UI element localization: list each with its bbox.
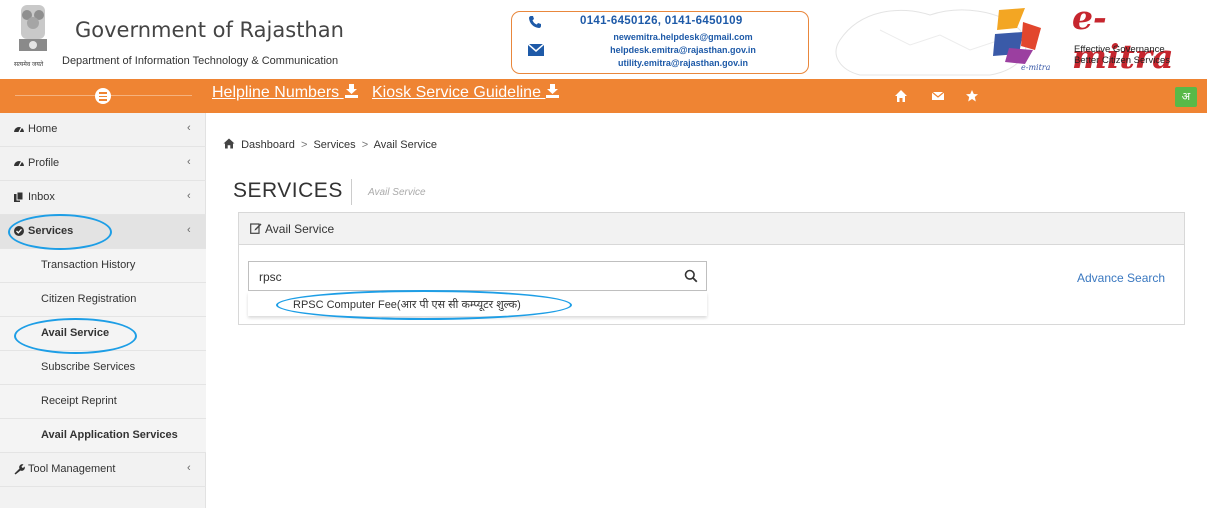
home-icon: [223, 138, 235, 149]
panel-header: Avail Service: [239, 213, 1184, 245]
contact-phone: 0141-6450126, 0141-6450109: [580, 15, 743, 27]
tagline-1: Effective Governance: [1074, 44, 1165, 55]
chevron-left-icon: ‹: [187, 224, 191, 236]
submenu-label: Receipt Reprint: [41, 395, 117, 407]
sidebar-item-label: Inbox: [28, 191, 55, 203]
site-header: सत्यमेव जयते Government of Rajasthan Dep…: [0, 0, 1207, 77]
submenu-label: Subscribe Services: [41, 361, 136, 373]
highlight-suggestion-ellipse: [276, 290, 572, 320]
contact-box: 0141-6450126, 0141-6450109 newemitra.hel…: [511, 11, 809, 74]
search-icon[interactable]: [684, 269, 698, 283]
breadcrumb-services[interactable]: Services: [313, 139, 355, 151]
emblem-caption: सत्यमेव जयते: [14, 62, 44, 68]
helpline-numbers-link[interactable]: Helpline Numbers: [212, 84, 359, 102]
breadcrumb: Dashboard > Services > Avail Service: [223, 138, 437, 151]
helpline-label: Helpline Numbers: [212, 84, 340, 101]
kiosk-label: Kiosk Service Guideline: [372, 84, 541, 101]
language-toggle-button[interactable]: अ: [1175, 87, 1197, 107]
home-icon[interactable]: [894, 89, 908, 103]
tagline-2: Better Citizen Services: [1074, 55, 1171, 66]
highlight-services-ellipse: [8, 214, 112, 250]
dashboard-icon: [14, 127, 24, 133]
chevron-left-icon: ‹: [187, 156, 191, 168]
contact-email-3: utility.emitra@rajasthan.gov.in: [618, 58, 748, 68]
sidebar-item-tool-management[interactable]: Tool Management ‹: [0, 453, 206, 487]
sidebar-item-label: Profile: [28, 157, 60, 169]
sidebar-item-label: Home: [28, 123, 58, 135]
chevron-left-icon: ‹: [187, 190, 191, 202]
submenu-avail-application-services[interactable]: Avail Application Services: [0, 419, 206, 453]
download-icon: [546, 84, 560, 98]
breadcrumb-separator: >: [361, 139, 369, 151]
kiosk-guideline-link[interactable]: Kiosk Service Guideline: [372, 84, 560, 102]
submenu-label: Avail Application Services: [41, 429, 178, 441]
edit-icon: [250, 223, 262, 234]
star-icon[interactable]: [965, 89, 979, 103]
breadcrumb-dashboard[interactable]: Dashboard: [241, 139, 295, 151]
sidebar-item-home[interactable]: Home ‹: [0, 113, 206, 147]
page-title: SERVICES: [233, 179, 343, 202]
download-icon: [344, 84, 358, 98]
submenu-label: Citizen Registration: [41, 293, 137, 305]
submenu-transaction-history[interactable]: Transaction History: [0, 249, 206, 283]
page-subtitle: Avail Service: [368, 187, 426, 198]
dept-title: Department of Information Technology & C…: [62, 55, 339, 67]
advance-search-link[interactable]: Advance Search: [1077, 271, 1165, 285]
wrench-icon: [14, 464, 25, 475]
contact-email-1: newemitra.helpdesk@gmail.com: [613, 32, 753, 42]
sidebar-item-profile[interactable]: Profile ‹: [0, 147, 206, 181]
sidebar: Home ‹ Profile ‹ Inbox ‹ Services ‹ Tran…: [0, 113, 206, 508]
svg-text:e-mitra: e-mitra: [1021, 63, 1051, 72]
submenu-subscribe-services[interactable]: Subscribe Services: [0, 351, 206, 385]
breadcrumb-separator: >: [300, 139, 308, 151]
title-divider: [351, 179, 352, 205]
envelope-icon[interactable]: [931, 89, 945, 103]
menu-toggle-button[interactable]: [95, 88, 111, 104]
sidebar-item-inbox[interactable]: Inbox ‹: [0, 181, 206, 215]
chevron-left-icon: ‹: [187, 462, 191, 474]
chevron-left-icon: ‹: [187, 122, 191, 134]
emitra-logo-icon: e-mitra: [993, 8, 1051, 72]
dashboard-icon: [14, 161, 24, 167]
gov-title: Government of Rajasthan: [75, 18, 344, 42]
search-value: rpsc: [259, 270, 282, 284]
contact-email-2: helpdesk.emitra@rajasthan.gov.in: [610, 45, 756, 55]
copy-icon: [14, 191, 24, 202]
sidebar-item-label: Tool Management: [28, 463, 116, 475]
breadcrumb-avail-service: Avail Service: [373, 139, 437, 151]
submenu-citizen-registration[interactable]: Citizen Registration: [0, 283, 206, 317]
service-search-input[interactable]: rpsc: [248, 261, 707, 291]
envelope-icon: [528, 44, 544, 56]
submenu-label: Transaction History: [41, 259, 136, 271]
phone-icon: [529, 16, 541, 28]
submenu-receipt-reprint[interactable]: Receipt Reprint: [0, 385, 206, 419]
highlight-avail-service-ellipse: [14, 318, 137, 354]
top-navbar: Helpline Numbers Kiosk Service Guideline…: [0, 79, 1207, 113]
panel-title: Avail Service: [265, 222, 335, 236]
